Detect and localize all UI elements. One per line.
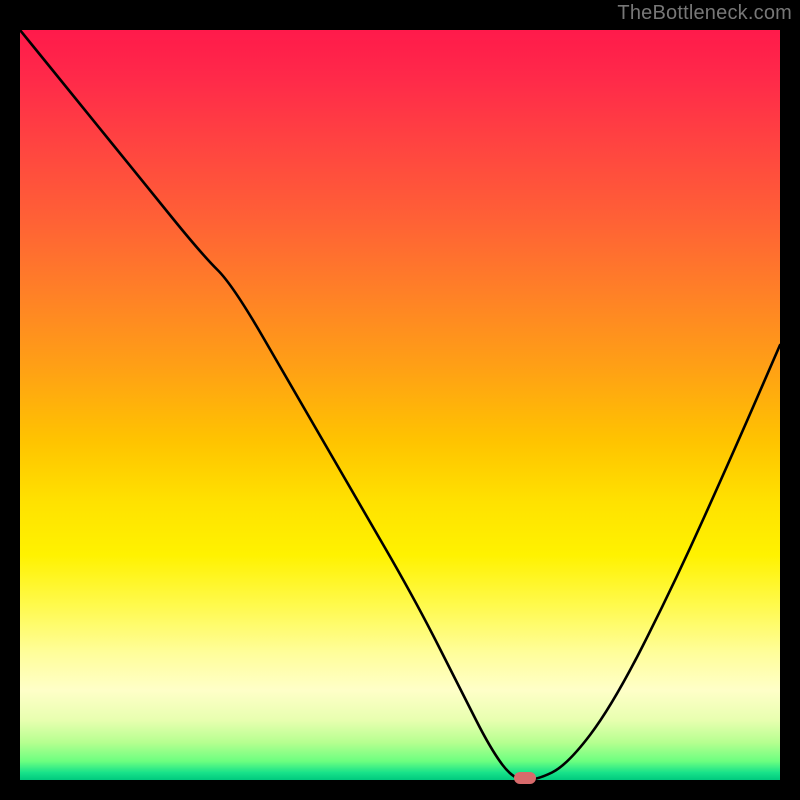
plot-area [18, 28, 782, 782]
plot-border [18, 28, 782, 782]
chart-frame: TheBottleneck.com [0, 0, 800, 800]
optimum-marker [514, 772, 536, 784]
watermark-text: TheBottleneck.com [617, 2, 792, 25]
